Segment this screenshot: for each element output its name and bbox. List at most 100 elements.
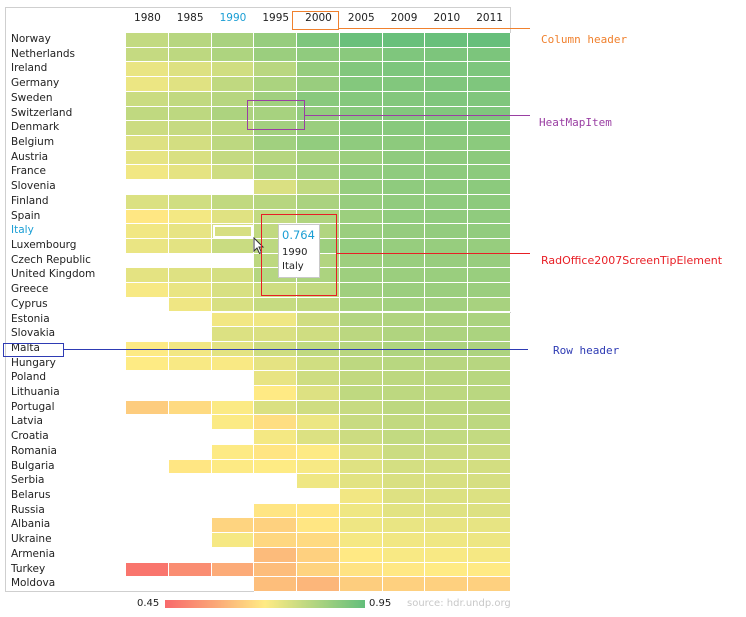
heatmap-item[interactable] [254,77,298,92]
heatmap-item[interactable] [211,150,255,166]
heatmap-item[interactable] [254,371,298,387]
heatmap-item[interactable] [468,106,511,122]
heatmap-item[interactable] [382,386,426,401]
column-header-2010[interactable]: 2010 [425,12,468,24]
heatmap-item[interactable] [211,47,255,63]
heatmap-item[interactable] [382,33,426,48]
heatmap-item[interactable] [382,165,426,181]
heatmap-item[interactable] [211,121,255,136]
heatmap-item[interactable] [254,386,298,401]
heatmap-item[interactable] [211,459,255,475]
heatmap-item[interactable] [425,209,469,225]
heatmap-item[interactable] [468,400,511,416]
row-header-armenia[interactable]: Armenia [11,547,55,562]
heatmap-item[interactable] [211,106,255,122]
heatmap-item[interactable] [126,356,169,372]
heatmap-item[interactable] [339,356,383,372]
heatmap-item[interactable] [126,238,169,254]
heatmap-item[interactable] [126,62,169,78]
heatmap-item[interactable] [297,444,340,460]
heatmap-item[interactable] [382,415,426,431]
heatmap-item[interactable] [382,341,426,357]
heatmap-item[interactable] [382,503,426,519]
heatmap-item[interactable] [382,444,426,460]
row-header-netherlands[interactable]: Netherlands [11,47,75,62]
heatmap-item[interactable] [254,47,298,63]
heatmap-item[interactable] [339,386,383,401]
column-header-2011[interactable]: 2011 [468,12,511,24]
heatmap-item[interactable] [168,209,212,225]
heatmap-item[interactable] [211,209,255,225]
heatmap-item[interactable] [382,194,426,210]
row-header-croatia[interactable]: Croatia [11,429,49,444]
heatmap-item[interactable] [211,268,255,284]
heatmap-item[interactable] [339,268,383,284]
heatmap-item[interactable] [339,135,383,151]
heatmap-item[interactable] [168,283,212,298]
column-header-1985[interactable]: 1985 [169,12,212,24]
heatmap-item[interactable] [425,224,469,239]
heatmap-item[interactable] [254,444,298,460]
heatmap-item[interactable] [468,135,511,151]
heatmap-item[interactable] [297,327,340,342]
heatmap-item[interactable] [468,62,511,78]
heatmap-item[interactable] [425,562,469,578]
heatmap-item[interactable] [339,562,383,578]
heatmap-item[interactable] [168,400,212,416]
heatmap-item[interactable] [339,253,383,269]
heatmap-item[interactable] [425,327,469,342]
row-header-belgium[interactable]: Belgium [11,135,54,150]
heatmap-item[interactable] [425,62,469,78]
heatmap-item[interactable] [168,121,212,136]
heatmap-item[interactable] [382,180,426,195]
heatmap-item[interactable] [425,356,469,372]
heatmap-item[interactable] [211,341,255,357]
heatmap-item[interactable] [297,577,340,592]
heatmap-item[interactable] [254,503,298,519]
heatmap-item[interactable] [297,474,340,490]
heatmap-item[interactable] [425,533,469,548]
column-header-2009[interactable]: 2009 [383,12,426,24]
heatmap-item[interactable] [339,238,383,254]
heatmap-item[interactable] [297,430,340,445]
row-header-lithuania[interactable]: Lithuania [11,385,60,400]
heatmap-item[interactable] [425,121,469,136]
heatmap-item[interactable] [126,224,169,239]
heatmap-item[interactable] [297,62,340,78]
heatmap-item[interactable] [254,180,298,195]
heatmap-item[interactable] [297,297,340,313]
row-header-latvia[interactable]: Latvia [11,414,43,429]
heatmap-item[interactable] [211,165,255,181]
heatmap-item[interactable] [168,135,212,151]
heatmap-item[interactable] [382,518,426,534]
heatmap-item[interactable] [425,194,469,210]
heatmap-item[interactable] [297,77,340,92]
heatmap-item[interactable] [425,268,469,284]
heatmap-item[interactable] [468,209,511,225]
heatmap-item[interactable] [468,489,511,504]
heatmap-item[interactable] [168,356,212,372]
heatmap-item[interactable] [126,106,169,122]
heatmap-item[interactable] [339,180,383,195]
heatmap-item[interactable] [339,430,383,445]
heatmap-item[interactable] [254,91,298,107]
row-header-italy[interactable]: Italy [11,223,34,238]
heatmap-item[interactable] [211,444,255,460]
heatmap-item[interactable] [382,430,426,445]
heatmap-item[interactable] [339,77,383,92]
heatmap-item[interactable] [382,356,426,372]
heatmap-item[interactable] [468,562,511,578]
heatmap-item[interactable] [168,194,212,210]
heatmap-item[interactable] [339,150,383,166]
row-header-belarus[interactable]: Belarus [11,488,50,503]
heatmap-item[interactable] [339,209,383,225]
heatmap-item[interactable] [339,371,383,387]
row-header-france[interactable]: France [11,164,46,179]
heatmap-item[interactable] [468,547,511,563]
column-header-1995[interactable]: 1995 [254,12,297,24]
heatmap-item[interactable] [425,489,469,504]
row-header-norway[interactable]: Norway [11,32,51,47]
heatmap-item[interactable] [339,503,383,519]
heatmap-item[interactable] [425,371,469,387]
heatmap-item[interactable] [382,224,426,239]
